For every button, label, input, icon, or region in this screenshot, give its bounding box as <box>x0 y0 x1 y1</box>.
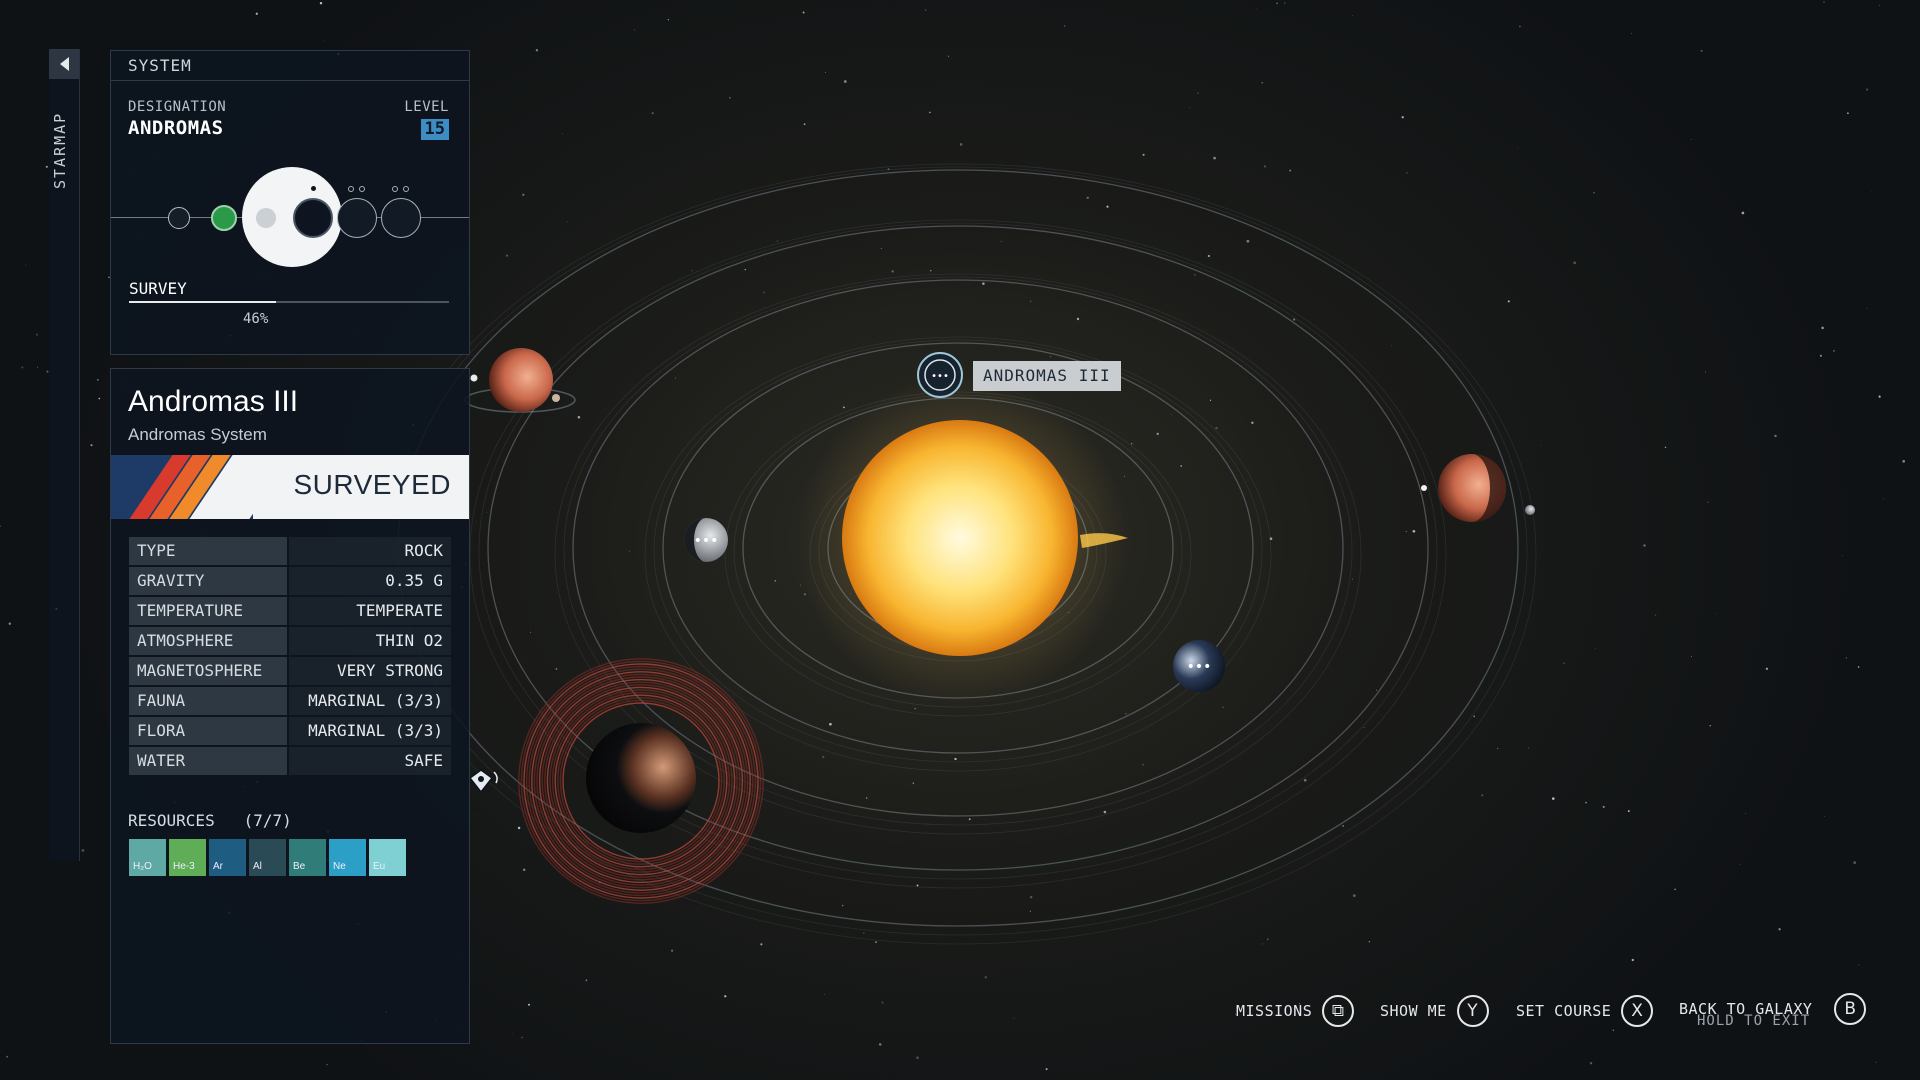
system-panel: SYSTEM DESIGNATION ANDROMAS LEVEL 15 SUR… <box>110 50 470 355</box>
attribute-key: TEMPERATURE <box>129 597 287 625</box>
missions-button[interactable]: MISSIONS ⧉ <box>1236 995 1355 1027</box>
attribute-value: VERY STRONG <box>289 657 451 685</box>
resource-tile[interactable]: Al <box>249 839 286 876</box>
planet-mars-right[interactable] <box>1421 454 1535 522</box>
attribute-key: WATER <box>129 747 287 775</box>
system-panel-header: SYSTEM <box>111 51 469 81</box>
attribute-key: FLORA <box>129 717 287 745</box>
resource-symbol: Eu <box>373 861 386 872</box>
resource-tile[interactable]: Ar <box>209 839 246 876</box>
resource-symbol: He-3 <box>173 861 195 872</box>
attribute-row: FAUNA MARGINAL (3/3) <box>129 687 451 715</box>
attribute-row: ATMOSPHERE THIN O2 <box>129 627 451 655</box>
resource-tile[interactable]: Ne <box>329 839 366 876</box>
mini-planet-2-selected[interactable] <box>211 205 237 231</box>
resource-symbol: Al <box>253 861 262 872</box>
mini-moon <box>311 186 316 191</box>
resources-label: RESOURCES (7/7) <box>128 811 292 830</box>
planet-mars-left[interactable] <box>464 348 576 413</box>
mini-moon-c <box>392 186 398 192</box>
b-key-icon: B <box>1834 993 1867 1025</box>
attribute-row: MAGNETOSPHERE VERY STRONG <box>129 657 451 685</box>
attribute-row: TYPE ROCK <box>129 537 451 565</box>
planet-panel: Andromas III Andromas System SURVEYED TY… <box>110 368 470 1044</box>
collapse-panel-button[interactable] <box>49 49 79 79</box>
attribute-key: FAUNA <box>129 687 287 715</box>
attribute-value: TEMPERATE <box>289 597 451 625</box>
attribute-key: ATMOSPHERE <box>129 627 287 655</box>
show-me-label: SHOW ME <box>1380 1002 1447 1020</box>
svg-text:•••: ••• <box>931 371 949 382</box>
resource-symbol: H₂O <box>133 861 152 872</box>
attribute-value: MARGINAL (3/3) <box>289 717 451 745</box>
mini-moon-d <box>403 186 409 192</box>
attribute-row: TEMPERATURE TEMPERATE <box>129 597 451 625</box>
show-me-button[interactable]: SHOW ME Y <box>1380 995 1489 1027</box>
survey-label: SURVEY <box>129 279 187 298</box>
resource-symbol: Ar <box>213 861 223 872</box>
attribute-value: SAFE <box>289 747 451 775</box>
scan-icon[interactable]: ••• <box>917 352 963 398</box>
missions-key-icon: ⧉ <box>1322 995 1355 1027</box>
mini-planet-3[interactable] <box>256 208 276 228</box>
level-label: LEVEL <box>404 99 449 115</box>
status-stripes <box>111 455 307 519</box>
x-key-icon: X <box>1621 995 1654 1027</box>
attribute-key: TYPE <box>129 537 287 565</box>
planet-blue[interactable]: ••• <box>1173 640 1225 692</box>
sun[interactable] <box>842 420 1078 656</box>
attribute-key: MAGNETOSPHERE <box>129 657 287 685</box>
missions-label: MISSIONS <box>1236 1002 1313 1020</box>
survey-progress-bar <box>129 301 449 303</box>
planet-andromas-iii[interactable]: ••• <box>684 518 728 562</box>
resource-tile[interactable]: Eu <box>369 839 406 876</box>
planet-system-name: Andromas System <box>128 425 267 444</box>
attribute-row: FLORA MARGINAL (3/3) <box>129 717 451 745</box>
y-key-icon: Y <box>1456 995 1489 1027</box>
planet-attributes-table: TYPE ROCK GRAVITY 0.35 G TEMPERATURE TEMPERAT… <box>129 537 451 777</box>
attribute-value: 0.35 G <box>289 567 451 595</box>
mini-moon-b <box>359 186 365 192</box>
designation-value: ANDROMAS <box>128 117 224 139</box>
attribute-value: THIN O2 <box>289 627 451 655</box>
resources-list: H₂O He-3 Ar Al Be Ne Eu <box>129 839 406 876</box>
survey-status-banner: SURVEYED <box>111 455 469 519</box>
attribute-value: MARGINAL (3/3) <box>289 687 451 715</box>
designation-label: DESIGNATION <box>128 99 227 115</box>
set-course-label: SET COURSE <box>1516 1002 1612 1020</box>
mini-planet-1[interactable] <box>168 207 190 229</box>
mini-moon-a <box>348 186 354 192</box>
survey-percent: 46% <box>243 311 269 327</box>
level-badge: 15 <box>420 119 449 140</box>
svg-text:•••: ••• <box>1187 659 1212 675</box>
resource-tile[interactable]: H₂O <box>129 839 166 876</box>
survey-progress-fill <box>129 301 277 303</box>
mini-planet-6[interactable] <box>381 198 421 238</box>
survey-status-text: SURVEYED <box>293 469 451 500</box>
hold-to-exit-label: HOLD TO EXIT <box>1697 1013 1811 1029</box>
resource-tile[interactable]: Be <box>289 839 326 876</box>
planet-ringed-gas-giant[interactable] <box>518 658 764 904</box>
attribute-row: WATER SAFE <box>129 747 451 775</box>
resource-tile[interactable]: He-3 <box>169 839 206 876</box>
attribute-key: GRAVITY <box>129 567 287 595</box>
selected-planet-tag[interactable]: ANDROMAS III <box>973 361 1121 391</box>
set-course-button[interactable]: SET COURSE X <box>1516 995 1654 1027</box>
ship-marker-icon[interactable] <box>468 769 498 794</box>
mini-planet-5[interactable] <box>337 198 377 238</box>
resource-symbol: Ne <box>333 861 346 872</box>
svg-text:•••: ••• <box>694 533 719 549</box>
attribute-row: GRAVITY 0.35 G <box>129 567 451 595</box>
attribute-value: ROCK <box>289 537 451 565</box>
starmap-tab-label[interactable]: STARMAP <box>51 100 77 200</box>
mini-planet-4[interactable] <box>293 198 333 238</box>
chevron-left-icon <box>59 57 69 71</box>
resource-symbol: Be <box>293 861 306 872</box>
planet-name: Andromas III <box>128 385 299 418</box>
